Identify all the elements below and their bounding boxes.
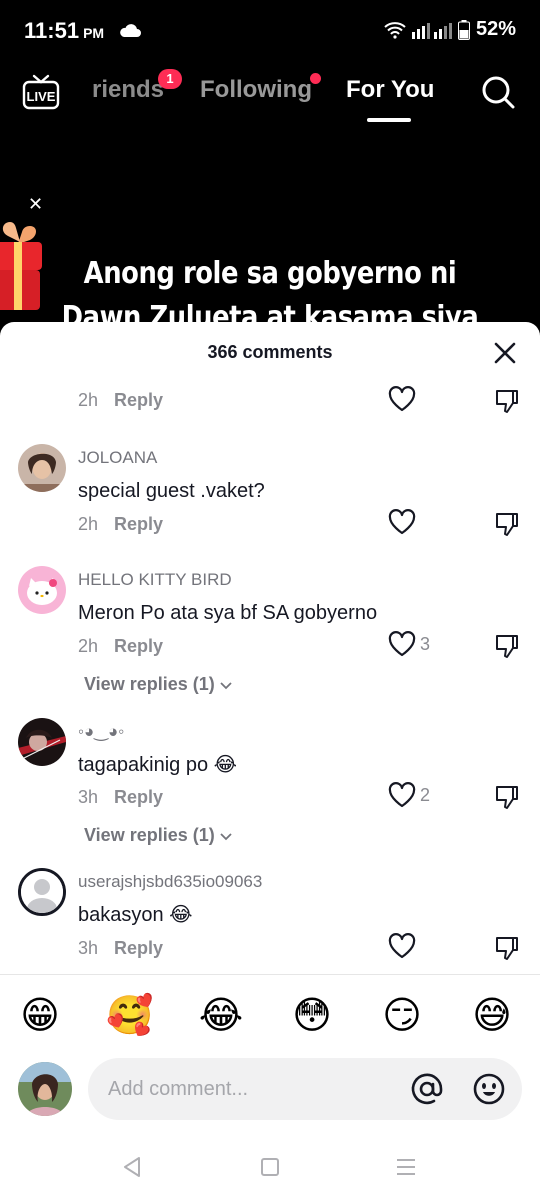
comment-time: 2h	[78, 514, 99, 534]
tab-for-you[interactable]: For You	[346, 76, 434, 104]
emoji-bar-divider	[0, 974, 540, 975]
emoji-flushed-button[interactable]: 😳	[288, 992, 336, 1040]
heart-icon[interactable]	[388, 933, 416, 959]
battery-icon	[457, 19, 470, 40]
comment-text: tagapakinig po 😂	[78, 754, 238, 776]
following-dot	[310, 73, 321, 84]
view-replies-button[interactable]: View replies (1)	[84, 825, 232, 846]
emoji-grin-button[interactable]: 😁	[16, 992, 64, 1040]
comment-text: Meron Po ata sya bf SA gobyerno	[78, 602, 378, 624]
avatar[interactable]	[18, 718, 66, 766]
comment-username[interactable]: ◦◕‿◕◦	[78, 722, 124, 742]
tab-friends[interactable]: riends	[92, 76, 164, 104]
comment-input-row	[0, 1058, 540, 1124]
thumbs-down-icon[interactable]	[494, 784, 520, 810]
self-avatar	[18, 1062, 72, 1116]
video-area[interactable]: ✕ Anong role sa gobyerno ni Dawn Zulueta…	[0, 124, 540, 334]
friends-badge: 1	[158, 69, 182, 89]
status-time: 11:51 PM	[24, 18, 105, 43]
search-icon[interactable]	[480, 74, 516, 110]
emoji-sweat-smile-button[interactable]: 😅	[468, 992, 516, 1040]
active-tab-indicator	[367, 118, 411, 122]
status-right: 52%	[384, 18, 516, 41]
back-icon[interactable]	[122, 1156, 142, 1178]
battery-percent: 52%	[475, 18, 516, 40]
top-nav: LIVE riends 1 Following For You	[0, 64, 540, 124]
avatar[interactable]	[18, 868, 66, 916]
comment-input[interactable]	[88, 1058, 522, 1120]
reply-button[interactable]: Reply	[114, 514, 163, 535]
comment-meta: 2h Reply	[78, 514, 163, 535]
emoji-hearts-button[interactable]: 🥰	[106, 992, 154, 1040]
heart-icon[interactable]	[388, 386, 416, 412]
heart-icon[interactable]	[388, 631, 416, 657]
mention-at-icon[interactable]	[410, 1072, 444, 1106]
live-icon[interactable]: LIVE	[22, 72, 60, 110]
comment-text: bakasyon 😂	[78, 904, 193, 926]
thumbs-down-icon[interactable]	[494, 633, 520, 659]
comments-count-title: 366 comments	[207, 342, 333, 362]
signal-icon	[411, 22, 452, 39]
comment-username[interactable]: JOLOANA	[78, 448, 157, 468]
comment-meta: 2h Reply	[78, 390, 163, 411]
comment-username[interactable]: HELLO KITTY BIRD	[78, 570, 232, 590]
comment-time: 3h	[78, 787, 99, 807]
tab-following[interactable]: Following	[200, 76, 312, 104]
cloud-icon	[120, 24, 141, 37]
system-nav-bar	[0, 1140, 540, 1200]
chevron-down-icon	[220, 833, 232, 841]
close-icon[interactable]	[492, 340, 518, 366]
comment-time: 2h	[78, 636, 99, 656]
avatar[interactable]	[18, 444, 66, 492]
thumbs-down-icon[interactable]	[494, 511, 520, 537]
reply-button[interactable]: Reply	[114, 390, 163, 411]
emoji-smirk-button[interactable]: 😏	[378, 992, 426, 1040]
thumbs-down-icon[interactable]	[494, 388, 520, 414]
like-count: 2	[420, 784, 431, 805]
emoji-picker-icon[interactable]	[472, 1072, 506, 1106]
thumbs-down-icon[interactable]	[494, 935, 520, 961]
comment-meta: 2h Reply	[78, 636, 163, 657]
like-button[interactable]	[388, 933, 416, 959]
svg-text:LIVE: LIVE	[27, 89, 56, 104]
comment-meta: 3h Reply	[78, 938, 163, 959]
heart-icon[interactable]	[388, 509, 416, 535]
heart-icon[interactable]	[388, 782, 416, 808]
like-button[interactable]: 3	[388, 631, 430, 657]
view-replies-button[interactable]: View replies (1)	[84, 674, 232, 695]
reply-button[interactable]: Reply	[114, 787, 163, 808]
reply-button[interactable]: Reply	[114, 636, 163, 657]
reply-button[interactable]: Reply	[114, 938, 163, 959]
like-count: 3	[420, 633, 431, 654]
wifi-icon	[384, 21, 406, 39]
comment-time: 3h	[78, 938, 99, 958]
recents-menu-icon[interactable]	[396, 1158, 416, 1176]
like-button[interactable]	[388, 386, 416, 412]
like-button[interactable]: 2	[388, 782, 430, 808]
comment-meta: 3h Reply	[78, 787, 163, 808]
comment-username[interactable]: userajshjsbd635io09063	[78, 872, 262, 892]
comment-text: special guest .vaket?	[78, 480, 265, 502]
home-icon[interactable]	[260, 1157, 280, 1177]
like-button[interactable]	[388, 509, 416, 535]
avatar[interactable]	[18, 566, 66, 614]
status-bar: 11:51 PM 52%	[0, 0, 540, 60]
emoji-tears-joy-button[interactable]: 😂	[197, 992, 245, 1040]
chevron-down-icon	[220, 682, 232, 690]
comment-time: 2h	[78, 390, 99, 410]
